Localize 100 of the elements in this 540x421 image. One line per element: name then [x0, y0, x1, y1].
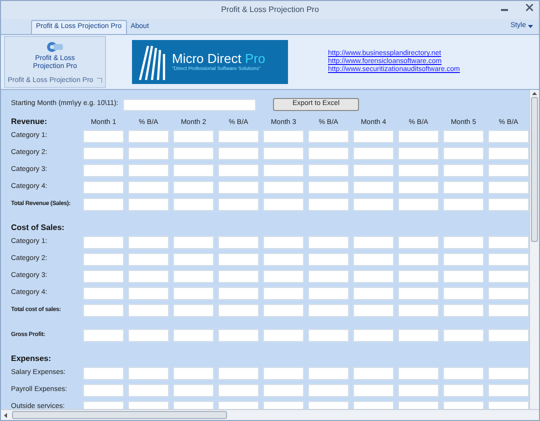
input-field[interactable]	[488, 367, 529, 380]
input-field[interactable]	[218, 270, 259, 283]
input-field[interactable]	[398, 198, 439, 211]
input-field[interactable]	[128, 384, 169, 397]
input-field[interactable]	[308, 304, 349, 317]
input-field[interactable]	[173, 198, 214, 211]
input-field[interactable]	[83, 198, 124, 211]
input-field[interactable]	[443, 236, 484, 249]
dialog-launcher-icon[interactable]	[97, 78, 102, 84]
input-field[interactable]	[173, 253, 214, 266]
input-field[interactable]	[83, 253, 124, 266]
input-field[interactable]	[488, 329, 529, 342]
input-field[interactable]	[398, 164, 439, 177]
input-field[interactable]	[128, 164, 169, 177]
input-field[interactable]	[353, 270, 394, 283]
input-field[interactable]	[83, 287, 124, 300]
input-field[interactable]	[443, 198, 484, 211]
input-field[interactable]	[353, 147, 394, 160]
input-field[interactable]	[398, 329, 439, 342]
input-field[interactable]	[353, 181, 394, 194]
input-field[interactable]	[308, 329, 349, 342]
input-field[interactable]	[443, 181, 484, 194]
start-month-field[interactable]	[123, 98, 256, 110]
input-field[interactable]	[128, 270, 169, 283]
input-field[interactable]	[353, 329, 394, 342]
input-field[interactable]	[173, 270, 214, 283]
input-field[interactable]	[488, 270, 529, 283]
input-field[interactable]	[263, 304, 304, 317]
input-field[interactable]	[398, 384, 439, 397]
input-field[interactable]	[83, 130, 124, 143]
input-field[interactable]	[443, 329, 484, 342]
input-field[interactable]	[488, 147, 529, 160]
input-field[interactable]	[443, 130, 484, 143]
input-field[interactable]	[398, 287, 439, 300]
input-field[interactable]	[443, 164, 484, 177]
input-field[interactable]	[218, 384, 259, 397]
input-field[interactable]	[308, 198, 349, 211]
input-field[interactable]	[308, 367, 349, 380]
input-field[interactable]	[398, 181, 439, 194]
input-field[interactable]	[173, 329, 214, 342]
input-field[interactable]	[308, 253, 349, 266]
input-field[interactable]	[128, 147, 169, 160]
input-field[interactable]	[398, 236, 439, 249]
input-field[interactable]	[353, 164, 394, 177]
input-field[interactable]	[443, 304, 484, 317]
input-field[interactable]	[398, 147, 439, 160]
input-field[interactable]	[218, 130, 259, 143]
input-field[interactable]	[353, 367, 394, 380]
input-field[interactable]	[308, 130, 349, 143]
input-field[interactable]	[488, 287, 529, 300]
input-field[interactable]	[443, 287, 484, 300]
input-field[interactable]	[128, 198, 169, 211]
input-field[interactable]	[218, 329, 259, 342]
input-field[interactable]	[263, 164, 304, 177]
input-field[interactable]	[218, 181, 259, 194]
input-field[interactable]	[83, 329, 124, 342]
input-field[interactable]	[488, 164, 529, 177]
input-field[interactable]	[353, 198, 394, 211]
input-field[interactable]	[353, 304, 394, 317]
input-field[interactable]	[263, 329, 304, 342]
input-field[interactable]	[443, 147, 484, 160]
input-field[interactable]	[173, 287, 214, 300]
input-field[interactable]	[128, 329, 169, 342]
close-icon[interactable]	[526, 4, 533, 11]
input-field[interactable]	[398, 367, 439, 380]
input-field[interactable]	[308, 287, 349, 300]
input-field[interactable]	[398, 304, 439, 317]
input-field[interactable]	[443, 367, 484, 380]
input-field[interactable]	[263, 384, 304, 397]
input-field[interactable]	[443, 253, 484, 266]
vertical-scrollbar[interactable]	[529, 90, 539, 409]
input-field[interactable]	[128, 367, 169, 380]
input-field[interactable]	[353, 236, 394, 249]
input-field[interactable]	[488, 130, 529, 143]
input-field[interactable]	[218, 253, 259, 266]
input-field[interactable]	[308, 236, 349, 249]
input-field[interactable]	[173, 130, 214, 143]
input-field[interactable]	[308, 181, 349, 194]
input-field[interactable]	[353, 384, 394, 397]
input-field[interactable]	[173, 236, 214, 249]
input-field[interactable]	[173, 181, 214, 194]
input-field[interactable]	[218, 236, 259, 249]
input-field[interactable]	[83, 270, 124, 283]
input-field[interactable]	[218, 304, 259, 317]
input-field[interactable]	[308, 270, 349, 283]
input-field[interactable]	[263, 270, 304, 283]
input-field[interactable]	[83, 304, 124, 317]
input-field[interactable]	[353, 287, 394, 300]
input-field[interactable]	[173, 367, 214, 380]
input-field[interactable]	[173, 384, 214, 397]
input-field[interactable]	[263, 287, 304, 300]
input-field[interactable]	[488, 236, 529, 249]
input-field[interactable]	[488, 181, 529, 194]
input-field[interactable]	[308, 164, 349, 177]
input-field[interactable]	[443, 384, 484, 397]
input-field[interactable]	[218, 367, 259, 380]
input-field[interactable]	[488, 253, 529, 266]
input-field[interactable]	[128, 181, 169, 194]
horizontal-scrollbar[interactable]	[1, 409, 539, 420]
input-field[interactable]	[488, 198, 529, 211]
